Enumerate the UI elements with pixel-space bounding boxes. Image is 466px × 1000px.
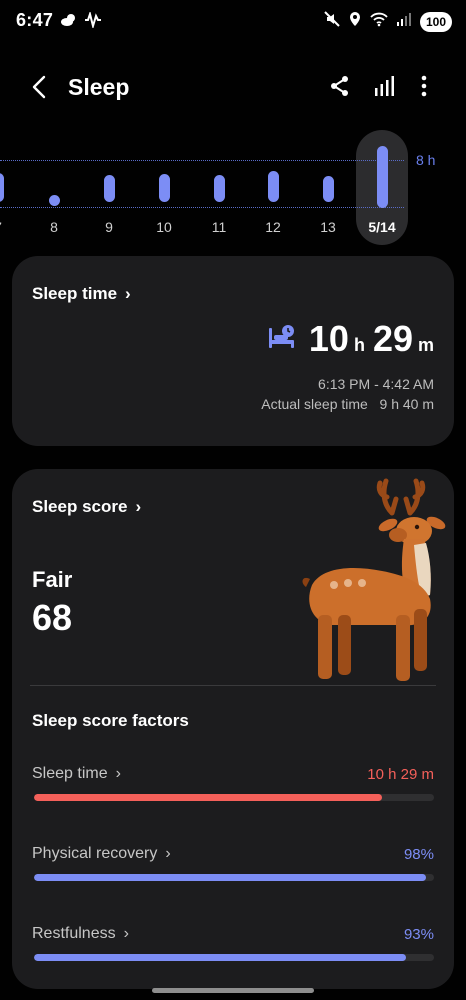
factor-value: 98% xyxy=(403,846,434,863)
sleep-minutes-unit: m xyxy=(417,335,434,355)
card-divider xyxy=(30,685,436,686)
chevron-right-icon: › xyxy=(115,765,121,782)
day-label[interactable]: 11 xyxy=(199,219,239,235)
sleep-score-rating: Fair xyxy=(32,567,73,592)
factor-value: 10 h 29 m xyxy=(367,766,434,783)
home-indicator[interactable] xyxy=(152,988,314,993)
chevron-right-icon: › xyxy=(123,925,129,942)
sleep-duration: 10 h 29 m xyxy=(267,318,434,360)
day-bar[interactable] xyxy=(48,195,60,206)
sleep-score-factors-title: Sleep score factors xyxy=(32,711,189,730)
app-header: Sleep xyxy=(0,62,466,112)
chevron-left-icon[interactable] xyxy=(28,74,52,100)
sleep-history-chart[interactable]: 8 h 789 10 11 12 13 5/14 xyxy=(0,130,466,245)
day-bar[interactable] xyxy=(322,175,334,202)
weather-icon xyxy=(60,12,78,33)
actual-sleep-time: Actual sleep time 9 h 40 m xyxy=(261,396,434,412)
day-bar[interactable] xyxy=(213,175,225,202)
sleep-minutes: 29 xyxy=(372,318,413,359)
factor-value: 93% xyxy=(403,926,434,943)
factor-progress-fill xyxy=(34,954,406,961)
day-bar[interactable] xyxy=(158,174,170,202)
goal-line xyxy=(0,160,404,161)
factor-label[interactable]: Sleep time › xyxy=(32,765,121,783)
page-title: Sleep xyxy=(68,74,130,100)
day-label[interactable]: 10 xyxy=(144,219,184,235)
sleep-time-card-title[interactable]: Sleep time › xyxy=(32,284,131,304)
chevron-right-icon: › xyxy=(165,845,171,862)
factor-progress-track xyxy=(34,874,434,881)
day-label[interactable]: 8 xyxy=(34,219,74,235)
day-bar[interactable] xyxy=(267,170,279,202)
share-icon[interactable] xyxy=(328,74,354,100)
factor-progress-fill xyxy=(34,794,382,801)
sleep-score-value: 68 xyxy=(32,597,73,638)
factor-progress-track xyxy=(34,954,434,961)
signal-icon xyxy=(396,11,412,32)
baseline-line xyxy=(0,207,404,208)
activity-icon xyxy=(84,10,102,33)
factor-progress-fill xyxy=(34,874,426,881)
day-bar[interactable] xyxy=(103,175,115,202)
bed-clock-icon xyxy=(267,324,297,355)
day-label[interactable]: 9 xyxy=(89,219,129,235)
status-bar: 6:47 100 xyxy=(0,0,466,42)
more-icon[interactable] xyxy=(414,74,440,100)
day-bar[interactable] xyxy=(376,146,388,208)
battery-indicator: 100 xyxy=(419,11,452,32)
day-bar[interactable] xyxy=(0,173,4,202)
day-label[interactable]: 7 xyxy=(0,219,18,235)
location-icon xyxy=(348,11,362,32)
deer-illustration xyxy=(292,475,452,685)
factor-label[interactable]: Physical recovery › xyxy=(32,845,171,863)
sleep-hours-unit: h xyxy=(353,335,365,355)
sleep-score-card-title[interactable]: Sleep score › xyxy=(32,497,141,517)
chart-icon[interactable] xyxy=(372,74,398,100)
sleep-hours: 10 xyxy=(308,318,349,359)
factor-label[interactable]: Restfulness › xyxy=(32,925,129,943)
mute-icon xyxy=(324,11,340,32)
status-time: 6:47 xyxy=(16,10,54,30)
sleep-range: 6:13 PM - 4:42 AM xyxy=(318,376,434,392)
sleep-score-card[interactable]: Sleep score › Fair 68 Sleep score factor… xyxy=(12,469,454,989)
goal-label: 8 h xyxy=(416,152,436,168)
sleep-time-card[interactable]: Sleep time › 10 h 29 m 6:13 PM - 4:42 AM … xyxy=(12,256,454,446)
day-label[interactable]: 5/14 xyxy=(362,219,402,235)
day-label[interactable]: 12 xyxy=(253,219,293,235)
wifi-icon xyxy=(370,11,388,32)
day-label[interactable]: 13 xyxy=(308,219,348,235)
factor-progress-track xyxy=(34,794,434,801)
